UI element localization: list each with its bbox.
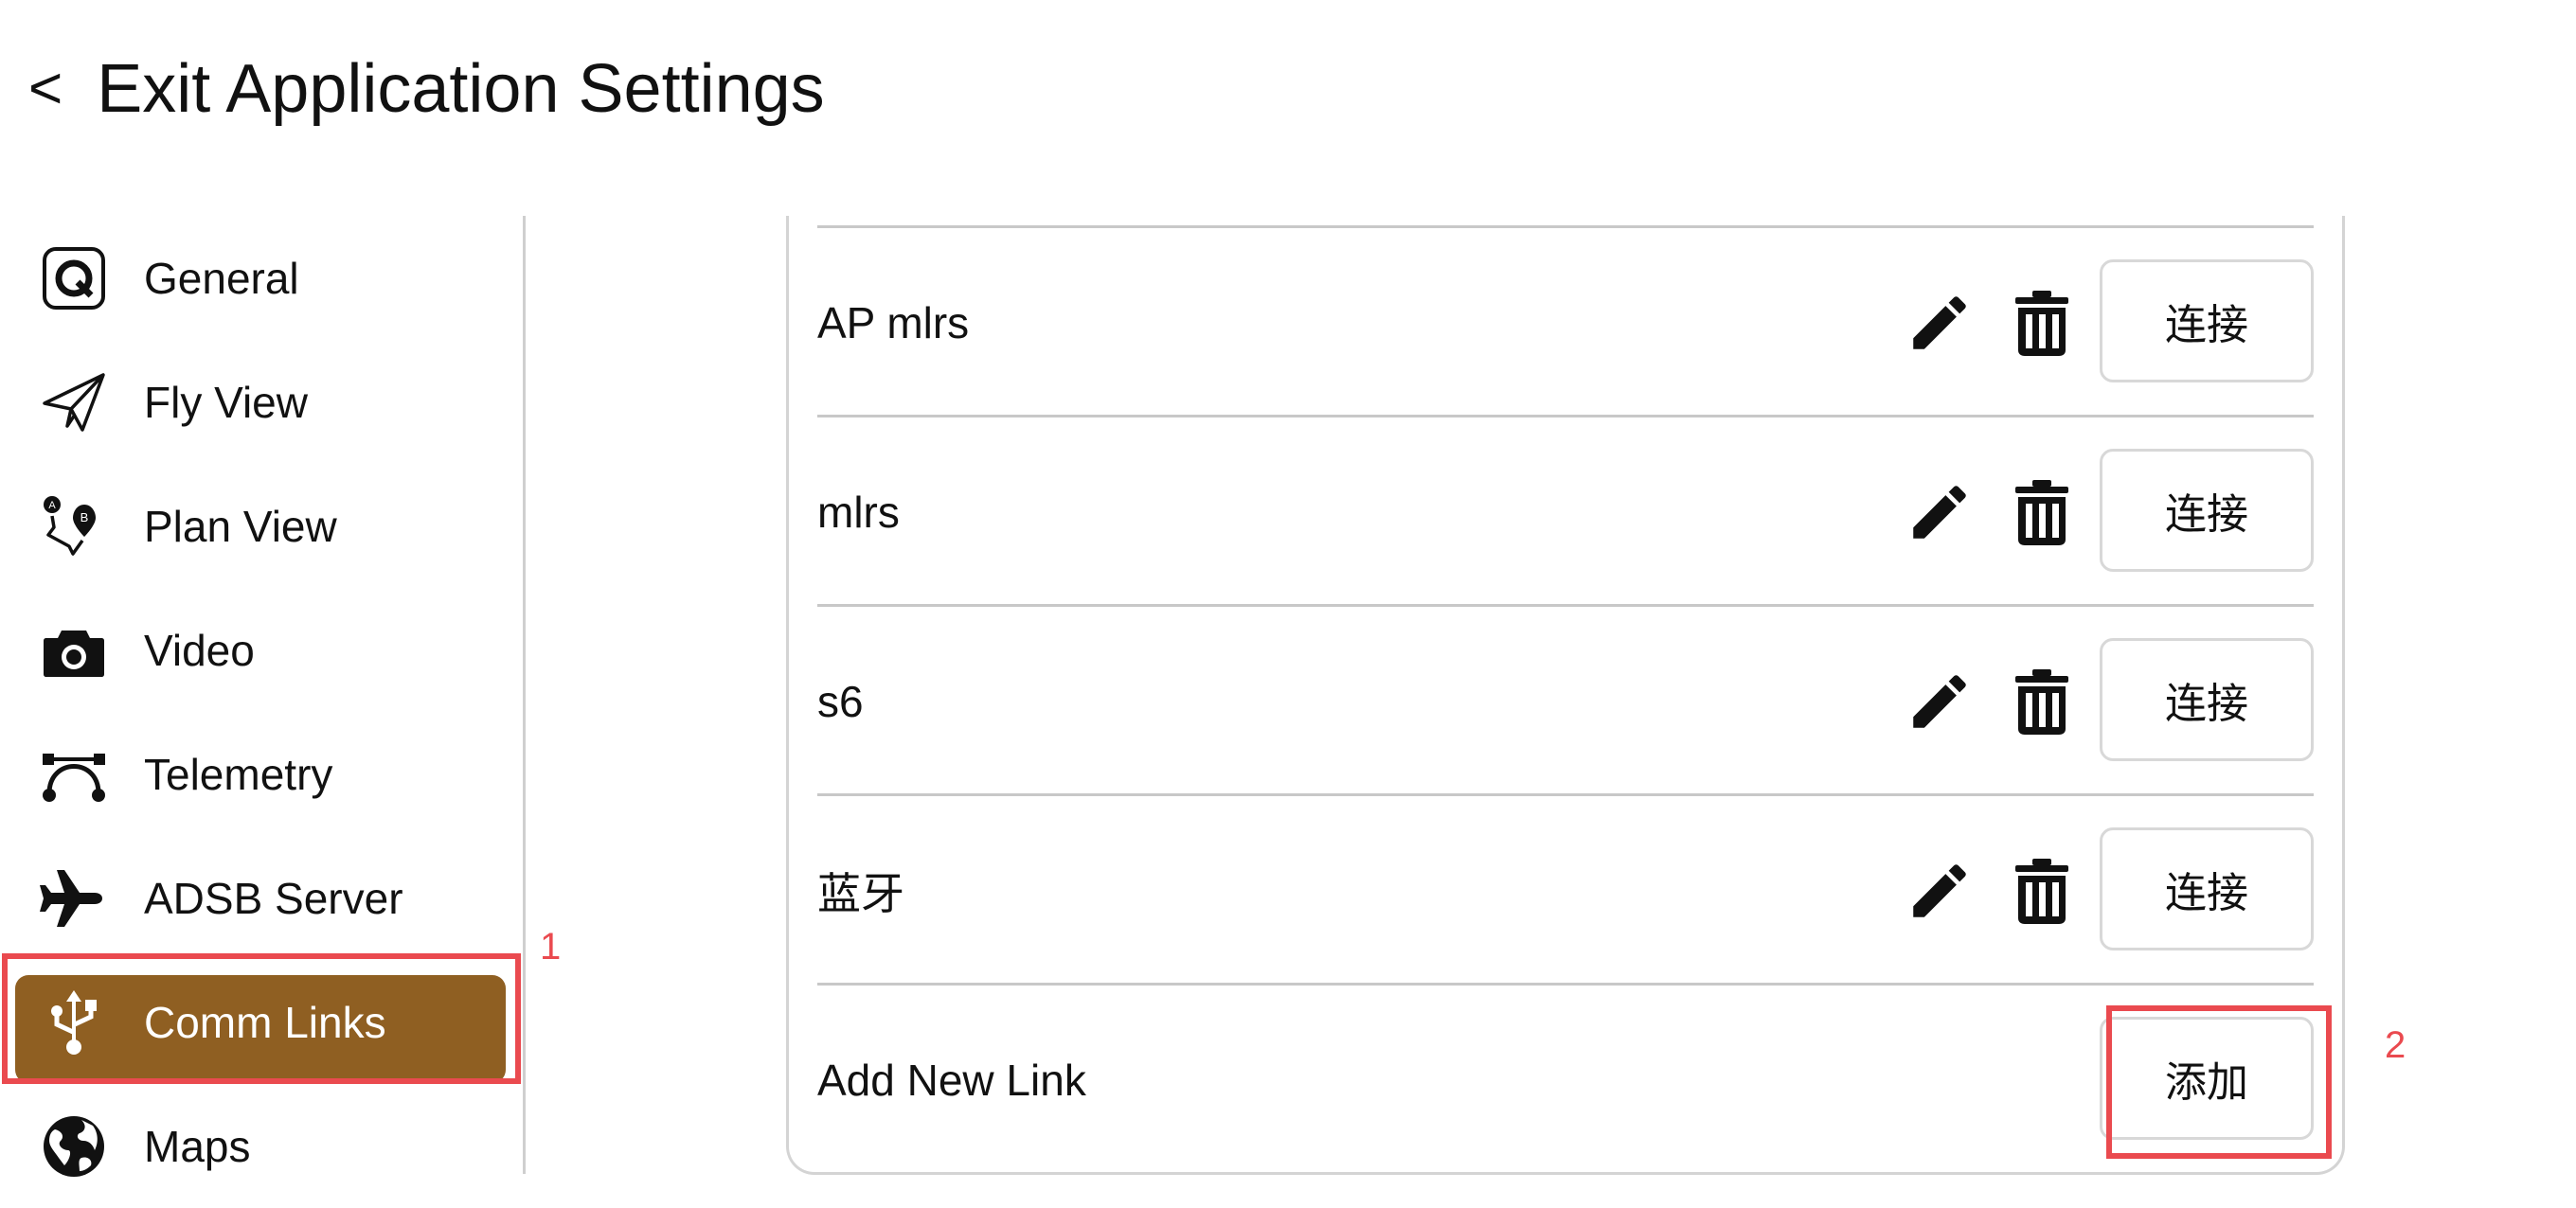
link-row: AP mlrs 连接 — [817, 225, 2314, 417]
annotation-number-1: 1 — [540, 926, 562, 968]
delete-trash-icon[interactable] — [2007, 666, 2077, 737]
bezier-curve-icon — [40, 740, 108, 808]
sidebar-item-adsb-server[interactable]: ADSB Server — [0, 836, 523, 960]
annotation-box-2 — [2106, 1005, 2332, 1159]
globe-icon — [40, 1112, 108, 1181]
add-link-row: Add New Link 添加 — [817, 983, 2314, 1175]
edit-pencil-icon[interactable] — [1905, 666, 1975, 737]
delete-trash-icon[interactable] — [2007, 288, 2077, 358]
delete-trash-icon[interactable] — [2007, 856, 2077, 926]
sidebar-item-label: ADSB Server — [144, 873, 403, 923]
connect-button[interactable]: 连接 — [2100, 827, 2314, 950]
sidebar-item-label: General — [144, 253, 299, 303]
connect-button[interactable]: 连接 — [2100, 638, 2314, 761]
link-name: mlrs — [817, 488, 900, 537]
svg-text:B: B — [80, 510, 89, 524]
edit-pencil-icon[interactable] — [1905, 288, 1975, 358]
edit-pencil-icon[interactable] — [1905, 477, 1975, 547]
connect-button[interactable]: 连接 — [2100, 449, 2314, 572]
add-new-link-label: Add New Link — [817, 1056, 1086, 1105]
sidebar-item-label: Telemetry — [144, 749, 333, 799]
sidebar-item-maps[interactable]: Maps — [0, 1084, 523, 1208]
annotation-number-2: 2 — [2385, 1024, 2406, 1066]
sidebar-item-telemetry[interactable]: Telemetry — [0, 712, 523, 836]
svg-text:A: A — [48, 500, 56, 511]
connect-button[interactable]: 连接 — [2100, 259, 2314, 382]
link-row: mlrs 连接 — [817, 415, 2314, 607]
sidebar-item-label: Video — [144, 625, 255, 675]
annotation-box-1 — [2, 953, 521, 1084]
sidebar-item-label: Maps — [144, 1121, 251, 1171]
camera-icon — [40, 616, 108, 684]
link-row: s6 连接 — [817, 604, 2314, 796]
delete-trash-icon[interactable] — [2007, 477, 2077, 547]
sidebar-item-label: Fly View — [144, 377, 308, 427]
page-title: Exit Application Settings — [97, 51, 825, 127]
edit-pencil-icon[interactable] — [1905, 856, 1975, 926]
link-name: AP mlrs — [817, 298, 970, 347]
sidebar-item-video[interactable]: Video — [0, 588, 523, 712]
back-chevron-icon: < — [28, 56, 63, 121]
sidebar-item-plan-view[interactable]: AB Plan View — [0, 464, 523, 588]
sidebar-item-label: Plan View — [144, 501, 337, 551]
link-name: 蓝牙 — [817, 869, 904, 918]
sidebar-item-general[interactable]: General — [0, 216, 523, 340]
link-row: 蓝牙 连接 — [817, 793, 2314, 986]
link-name: s6 — [817, 677, 864, 726]
route-a-b-icon: AB — [40, 492, 108, 560]
airplane-icon — [40, 864, 108, 933]
sidebar-divider — [523, 216, 526, 1174]
exit-settings-button[interactable]: < Exit Application Settings — [28, 55, 825, 123]
qgc-logo-icon — [40, 244, 108, 312]
sidebar-item-fly-view[interactable]: Fly View — [0, 340, 523, 464]
paper-plane-icon — [40, 368, 108, 436]
